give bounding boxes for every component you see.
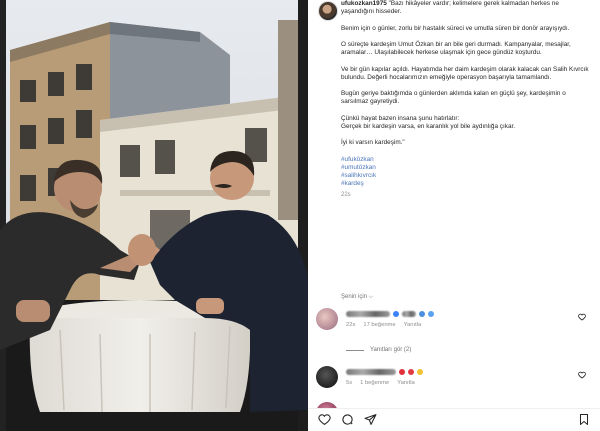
comment-item: 22s 17 beğenme Yanıtla <box>316 308 592 338</box>
comment-text <box>346 311 434 317</box>
caption-paragraph-4: Ve bir gün kapılar açıldı. Hayatımda her… <box>341 65 589 81</box>
caption-paragraph-5: Bugün geriye baktığımda o günlerden aklı… <box>341 90 566 106</box>
reply-link[interactable]: Yanıtla <box>397 380 415 386</box>
emoji-icon <box>408 369 414 375</box>
reply-link[interactable]: Yanıtla <box>404 322 422 328</box>
comment-meta: 5s 1 beğenme Yanıtla <box>346 380 415 386</box>
commenter-avatar[interactable] <box>316 366 338 388</box>
heart-icon[interactable] <box>318 413 331 426</box>
caption-paragraph-2: Benim için o günler, zorlu bir hastalık … <box>341 24 570 32</box>
comment-likes[interactable]: 1 beğenme <box>360 380 389 386</box>
caption-paragraph-1: ufukozkan1975 "Bazı hikâyeler vardır; ke… <box>341 0 591 16</box>
post-photo[interactable] <box>0 0 308 431</box>
hashtag-list: #ufuközkan #umutözkan #salihkıvrcık #kar… <box>341 156 591 189</box>
caption-paragraph-6: Çünkü hayat bazen insana şunu hatırlatır… <box>341 114 516 130</box>
view-replies-label: Yanıtları gör (2) <box>370 347 412 353</box>
heart-icon[interactable] <box>578 371 586 379</box>
hashtag-link[interactable]: #kardeş <box>341 180 591 188</box>
commenter-avatar[interactable] <box>316 308 338 330</box>
comment-time: 5s <box>346 380 353 386</box>
see-translation-link[interactable]: Şenin için ⌵ <box>341 294 373 301</box>
share-icon[interactable] <box>364 413 377 426</box>
emoji-icon <box>419 311 425 317</box>
emoji-icon <box>428 311 434 317</box>
comment-item: 5s 1 beğenme Yanıtla <box>316 366 592 396</box>
comment-icon[interactable] <box>341 413 354 426</box>
post-side-panel: ufukozkan1975 "Bazı hikâyeler vardır; ke… <box>308 0 600 431</box>
photo-illustration <box>0 0 308 431</box>
hashtag-link[interactable]: #salihkıvrcık <box>341 172 591 180</box>
post-caption: ufukozkan1975 "Bazı hikâyeler vardır; ke… <box>341 0 591 199</box>
hashtag-link[interactable]: #ufuközkan <box>341 156 591 164</box>
comment-likes[interactable]: 17 beğenme <box>363 322 395 328</box>
bookmark-icon[interactable] <box>578 413 590 426</box>
comment-meta: 22s 17 beğenme Yanıtla <box>346 322 421 328</box>
emoji-icon <box>417 369 423 375</box>
commenter-username[interactable] <box>346 311 390 317</box>
comment-text <box>346 369 423 375</box>
author-avatar[interactable] <box>318 1 338 21</box>
emoji-icon <box>399 369 405 375</box>
heart-icon[interactable] <box>578 313 586 321</box>
caption-paragraph-7: İyi ki varsın kardeşim." <box>341 139 405 147</box>
post-time: 22s <box>341 191 351 198</box>
caption-paragraph-3: O süreçte kardeşim Umut Özkan bir an bil… <box>341 40 571 57</box>
comment-body <box>402 311 416 317</box>
commenter-username[interactable] <box>346 369 396 375</box>
emoji-icon <box>393 311 399 317</box>
hashtag-link[interactable]: #umutözkan <box>341 164 591 172</box>
divider-dash <box>346 349 364 351</box>
comment-time: 22s <box>346 322 356 328</box>
view-replies-link[interactable]: Yanıtları gör (2) <box>346 347 411 353</box>
post-action-bar <box>308 408 600 431</box>
author-username[interactable]: ufukozkan1975 <box>341 0 387 7</box>
